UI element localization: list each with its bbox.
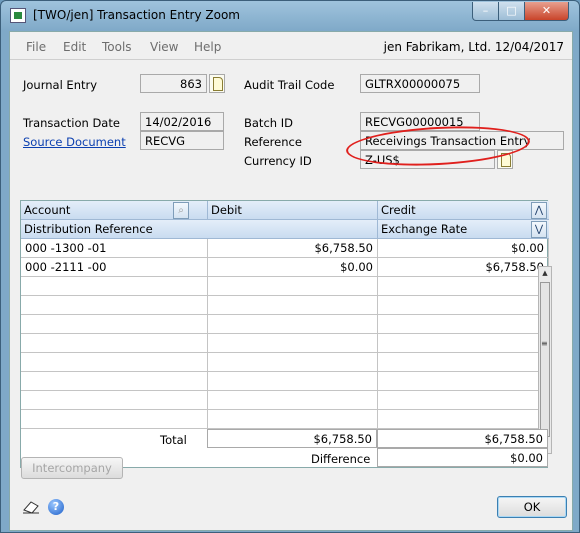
- debit-cell[interactable]: [208, 372, 378, 391]
- exchange-rate-column-header[interactable]: Exchange Rate: [378, 220, 549, 239]
- audit-trail-code-label: Audit Trail Code: [244, 78, 335, 92]
- account-cell[interactable]: [21, 372, 208, 391]
- ok-button[interactable]: OK: [497, 496, 567, 518]
- transaction-date-field[interactable]: 14/02/2016: [140, 112, 224, 131]
- debit-cell[interactable]: [208, 315, 378, 334]
- menu-bar: File Edit Tools View Help jen Fabrikam, …: [10, 32, 572, 60]
- credit-cell[interactable]: [378, 296, 549, 315]
- menu-file[interactable]: File: [26, 40, 46, 54]
- difference-label: Difference: [311, 452, 371, 466]
- table-row[interactable]: [21, 296, 549, 315]
- account-cell[interactable]: [21, 353, 208, 372]
- debit-cell[interactable]: [208, 391, 378, 410]
- table-row[interactable]: [21, 353, 549, 372]
- credit-cell[interactable]: [378, 334, 549, 353]
- credit-cell[interactable]: [378, 410, 549, 429]
- debit-column-header[interactable]: Debit: [208, 201, 378, 220]
- account-cell[interactable]: 000 -2111 -00: [21, 258, 208, 277]
- account-cell[interactable]: [21, 315, 208, 334]
- audit-trail-code-field[interactable]: GLTRX00000075: [360, 74, 480, 93]
- account-cell[interactable]: [21, 334, 208, 353]
- minimize-button[interactable]: –: [472, 2, 499, 21]
- scroll-grip-icon: ≡: [541, 339, 548, 348]
- currency-id-label: Currency ID: [244, 154, 312, 168]
- source-document-field[interactable]: RECVG: [140, 131, 224, 150]
- menu-tools[interactable]: Tools: [102, 40, 132, 54]
- eraser-icon[interactable]: [22, 500, 40, 514]
- transaction-date-label: Transaction Date: [23, 116, 120, 130]
- account-cell[interactable]: [21, 391, 208, 410]
- menu-view[interactable]: View: [150, 40, 178, 54]
- debit-cell[interactable]: [208, 296, 378, 315]
- table-row[interactable]: [21, 334, 549, 353]
- account-cell[interactable]: [21, 277, 208, 296]
- credit-cell[interactable]: [378, 372, 549, 391]
- grid-vertical-scrollbar[interactable]: ▲ ≡ ▼: [538, 266, 552, 454]
- table-row[interactable]: 000 -1300 -01 $6,758.50 $0.00: [21, 239, 549, 258]
- window-title: [TWO/jen] Transaction Entry Zoom: [33, 8, 240, 22]
- scroll-up-icon[interactable]: ▲: [539, 267, 551, 280]
- table-row[interactable]: [21, 410, 549, 429]
- debit-cell[interactable]: [208, 277, 378, 296]
- maximize-button[interactable]: □: [498, 2, 525, 21]
- journal-entry-label: Journal Entry: [23, 78, 98, 92]
- credit-cell[interactable]: [378, 277, 549, 296]
- distribution-reference-column-header[interactable]: Distribution Reference: [21, 220, 378, 239]
- menu-help[interactable]: Help: [194, 40, 221, 54]
- help-icon[interactable]: ?: [48, 499, 64, 515]
- window-content: File Edit Tools View Help jen Fabrikam, …: [9, 31, 573, 531]
- app-icon: [10, 8, 26, 23]
- transaction-entry-zoom-window: [TWO/jen] Transaction Entry Zoom – □ ✕ F…: [0, 0, 580, 533]
- debit-cell[interactable]: [208, 334, 378, 353]
- total-credit-field: $6,758.50: [377, 429, 548, 448]
- collapse-rows-icon[interactable]: ⋀: [531, 202, 547, 219]
- total-debit-field: $6,758.50: [207, 429, 377, 448]
- debit-cell[interactable]: $6,758.50: [208, 239, 378, 258]
- table-row[interactable]: 000 -2111 -00 $0.00 $6,758.50: [21, 258, 549, 277]
- reference-label: Reference: [244, 135, 302, 149]
- user-company-date: jen Fabrikam, Ltd. 12/04/2017: [383, 40, 564, 54]
- scroll-thumb[interactable]: [540, 282, 550, 437]
- debit-cell[interactable]: [208, 410, 378, 429]
- table-row[interactable]: [21, 315, 549, 334]
- title-bar[interactable]: [TWO/jen] Transaction Entry Zoom – □ ✕: [1, 1, 579, 29]
- credit-cell[interactable]: $6,758.50: [378, 258, 549, 277]
- account-cell[interactable]: 000 -1300 -01: [21, 239, 208, 258]
- table-row[interactable]: [21, 277, 549, 296]
- menu-edit[interactable]: Edit: [63, 40, 86, 54]
- credit-column-header[interactable]: Credit: [378, 201, 549, 220]
- difference-field: $0.00: [377, 448, 548, 467]
- close-button[interactable]: ✕: [524, 2, 569, 21]
- debit-cell[interactable]: [208, 353, 378, 372]
- credit-cell[interactable]: [378, 353, 549, 372]
- credit-cell[interactable]: [378, 391, 549, 410]
- distribution-grid: Account ⌕ Debit Credit ⋀ Distribution Re…: [20, 200, 549, 468]
- debit-cell[interactable]: $0.00: [208, 258, 378, 277]
- credit-cell[interactable]: [378, 315, 549, 334]
- table-row[interactable]: [21, 391, 549, 410]
- expand-rows-icon[interactable]: ⋁: [531, 221, 547, 238]
- intercompany-button[interactable]: Intercompany: [21, 457, 123, 479]
- account-cell[interactable]: [21, 410, 208, 429]
- account-cell[interactable]: [21, 296, 208, 315]
- total-label: Total: [160, 433, 187, 447]
- credit-cell[interactable]: $0.00: [378, 239, 549, 258]
- source-document-link[interactable]: Source Document: [23, 135, 126, 149]
- table-row[interactable]: [21, 372, 549, 391]
- journal-entry-field[interactable]: 863: [140, 74, 207, 93]
- journal-entry-note-icon[interactable]: [209, 74, 225, 93]
- batch-id-label: Batch ID: [244, 116, 293, 130]
- account-lookup-icon[interactable]: ⌕: [173, 202, 189, 219]
